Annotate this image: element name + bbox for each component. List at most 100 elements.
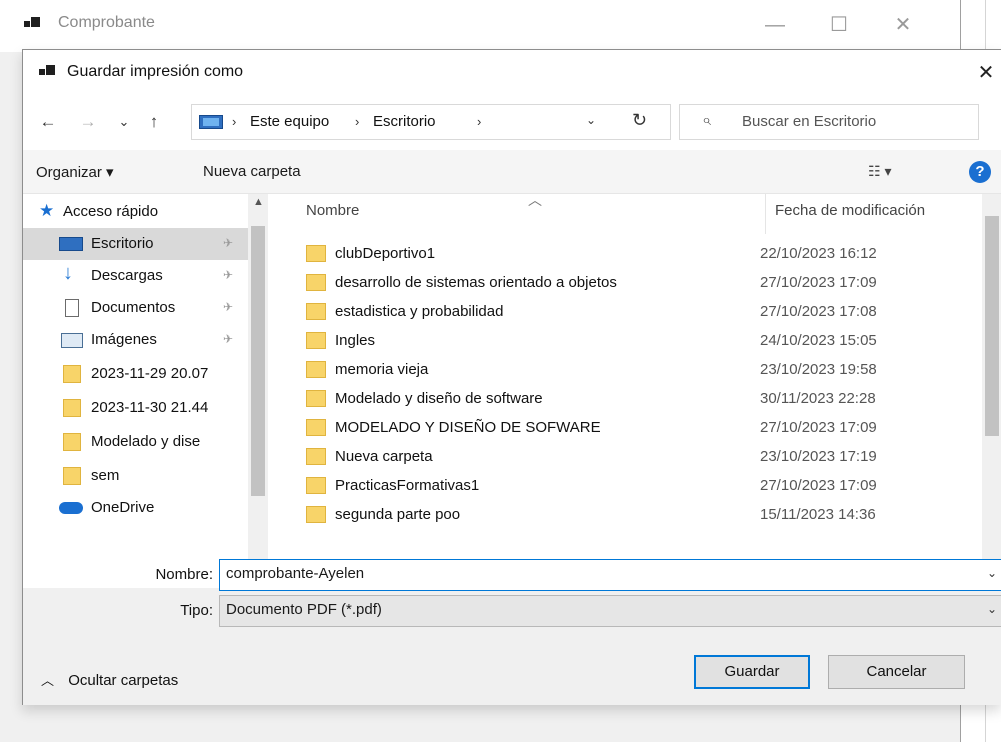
- folder-icon: [306, 477, 326, 494]
- folder-name: Nueva carpeta: [335, 448, 433, 465]
- folder-icon: [306, 448, 326, 465]
- nav-item-descargas[interactable]: ↓ Descargas ✈: [23, 260, 248, 292]
- folder-icon: [63, 365, 81, 383]
- nav-item-documentos[interactable]: Documentos ✈: [23, 292, 248, 324]
- help-icon[interactable]: ?: [969, 161, 991, 183]
- folder-row[interactable]: MODELADO Y DISEÑO DE SOFWARE 27/10/2023 1…: [306, 414, 996, 443]
- folder-icon: [63, 467, 81, 485]
- address-bar[interactable]: › Este equipo › Escritorio › ⌄ ↻: [191, 104, 671, 140]
- download-icon: ↓: [63, 262, 73, 284]
- folder-row[interactable]: clubDeportivo1 22/10/2023 16:12: [306, 240, 996, 269]
- chevron-right-icon[interactable]: ›: [477, 114, 481, 129]
- nav-item-label: Imágenes: [91, 331, 157, 348]
- search-input[interactable]: ⌕ Buscar en Escritorio: [679, 104, 979, 140]
- nav-item-label: Escritorio: [91, 235, 154, 252]
- modified-date: 22/10/2023 16:12: [760, 245, 877, 262]
- folder-row[interactable]: PracticasFormativas1 27/10/2023 17:09: [306, 472, 996, 501]
- folder-row[interactable]: Nueva carpeta 23/10/2023 17:19: [306, 443, 996, 472]
- up-button[interactable]: ↑: [141, 108, 167, 136]
- vertical-scroll-thumb[interactable]: [985, 216, 999, 436]
- parent-titlebar: Comprobante — ☐ ✕: [0, 0, 960, 52]
- filename-input[interactable]: comprobante-Ayelen ⌄: [219, 559, 1001, 591]
- folder-icon: [306, 303, 326, 320]
- column-header-date[interactable]: Fecha de modificación: [775, 202, 925, 232]
- modified-date: 24/10/2023 15:05: [760, 332, 877, 349]
- folder-row[interactable]: memoria vieja 23/10/2023 19:58: [306, 356, 996, 385]
- nav-scroll-thumb[interactable]: [251, 226, 265, 496]
- dialog-close-button[interactable]: ✕: [971, 58, 1001, 88]
- folder-icon: [306, 274, 326, 291]
- nav-onedrive[interactable]: OneDrive: [23, 494, 248, 526]
- parent-close-button[interactable]: ✕: [880, 8, 926, 42]
- modified-date: 15/11/2023 14:36: [760, 506, 876, 523]
- folder-row[interactable]: desarrollo de sistemas orientado a objet…: [306, 269, 996, 298]
- folder-icon: [63, 399, 81, 417]
- folder-icon: [63, 433, 81, 451]
- nav-item-label: 2023-11-30 21.44: [91, 399, 209, 416]
- chevron-right-icon[interactable]: ›: [355, 114, 359, 129]
- nav-onedrive-label: OneDrive: [91, 499, 155, 516]
- address-dropdown-icon[interactable]: ⌄: [586, 113, 596, 127]
- app-icon: [24, 17, 40, 30]
- filetype-value: Documento PDF (*.pdf): [226, 601, 382, 618]
- minimize-button[interactable]: —: [752, 8, 798, 42]
- nav-quick-access[interactable]: ★ Acceso rápido: [23, 196, 248, 228]
- column-header-name[interactable]: Nombre: [306, 202, 359, 232]
- modified-date: 23/10/2023 19:58: [760, 361, 877, 378]
- chevron-down-icon[interactable]: ⌄: [987, 566, 997, 580]
- nav-item-folder[interactable]: Modelado y dise: [23, 426, 248, 458]
- parent-window-body: [0, 705, 960, 742]
- search-icon: ⌕: [702, 112, 711, 129]
- nav-item-label: sem: [91, 467, 120, 484]
- documents-icon: [65, 299, 79, 317]
- dialog-title: Guardar impresión como: [67, 63, 244, 80]
- view-options-icon[interactable]: ☷ ▾: [868, 163, 891, 180]
- pin-icon: ✈: [223, 268, 234, 282]
- nav-item-folder[interactable]: sem: [23, 460, 248, 492]
- forward-button[interactable]: →: [75, 108, 101, 136]
- nav-item-escritorio[interactable]: Escritorio ✈: [23, 228, 248, 260]
- folder-icon: [306, 332, 326, 349]
- folder-name: segunda parte poo: [335, 506, 461, 523]
- folder-row[interactable]: segunda parte poo 15/11/2023 14:36: [306, 501, 996, 530]
- organize-menu-button[interactable]: Organizar ▾: [36, 163, 114, 181]
- breadcrumb-este-equipo[interactable]: Este equipo: [250, 113, 329, 130]
- breadcrumb-escritorio[interactable]: Escritorio: [373, 113, 436, 130]
- scroll-up-icon[interactable]: ▲: [253, 196, 264, 208]
- hide-folders-toggle[interactable]: ︿ Ocultar carpetas: [41, 670, 178, 689]
- nav-item-folder[interactable]: 2023-11-29 20.07: [23, 358, 248, 390]
- filetype-select[interactable]: Documento PDF (*.pdf) ⌄: [219, 595, 1001, 627]
- recent-locations-button[interactable]: ⌄: [111, 108, 137, 136]
- column-divider[interactable]: [765, 194, 766, 234]
- pictures-icon: [61, 333, 83, 348]
- folder-row[interactable]: Ingles 24/10/2023 15:05: [306, 327, 996, 356]
- cancel-button[interactable]: Cancelar: [828, 655, 965, 689]
- chevron-right-icon[interactable]: ›: [232, 114, 236, 129]
- save-button[interactable]: Guardar: [694, 655, 810, 689]
- folder-row[interactable]: estadistica y probabilidad 27/10/2023 17:…: [306, 298, 996, 327]
- folder-name: PracticasFormativas1: [335, 477, 480, 494]
- folder-name: Modelado y diseño de software: [335, 390, 543, 407]
- folder-name: estadistica y probabilidad: [335, 303, 504, 320]
- chevron-down-icon[interactable]: ⌄: [987, 602, 997, 616]
- maximize-button[interactable]: ☐: [816, 8, 862, 42]
- folder-row[interactable]: Modelado y diseño de software 30/11/2023 …: [306, 385, 996, 414]
- folder-name: memoria vieja: [335, 361, 429, 378]
- filetype-label: Tipo:: [180, 602, 213, 619]
- modified-date: 30/11/2023 22:28: [760, 390, 876, 407]
- file-list-vertical-scrollbar[interactable]: [982, 194, 1001, 568]
- star-icon: ★: [39, 201, 55, 220]
- new-folder-button[interactable]: Nueva carpeta: [203, 163, 301, 180]
- folder-icon: [306, 390, 326, 407]
- nav-item-label: Descargas: [91, 267, 163, 284]
- nav-item-folder[interactable]: 2023-11-30 21.44: [23, 392, 248, 424]
- refresh-icon[interactable]: ↻: [632, 110, 647, 131]
- save-dialog: Guardar impresión como ✕ ← → ⌄ ↑ › Este …: [22, 49, 1001, 705]
- nav-item-label: 2023-11-29 20.07: [91, 365, 209, 382]
- back-button[interactable]: ←: [35, 108, 61, 136]
- file-list: ︿ Nombre Fecha de modificación clubDepor…: [268, 194, 1001, 588]
- command-toolbar: Organizar ▾ Nueva carpeta ☷ ▾ ?: [23, 150, 1001, 194]
- nav-item-imagenes[interactable]: Imágenes ✈: [23, 324, 248, 356]
- folder-icon: [306, 419, 326, 436]
- nav-scrollbar[interactable]: ▲ ▼: [248, 194, 268, 588]
